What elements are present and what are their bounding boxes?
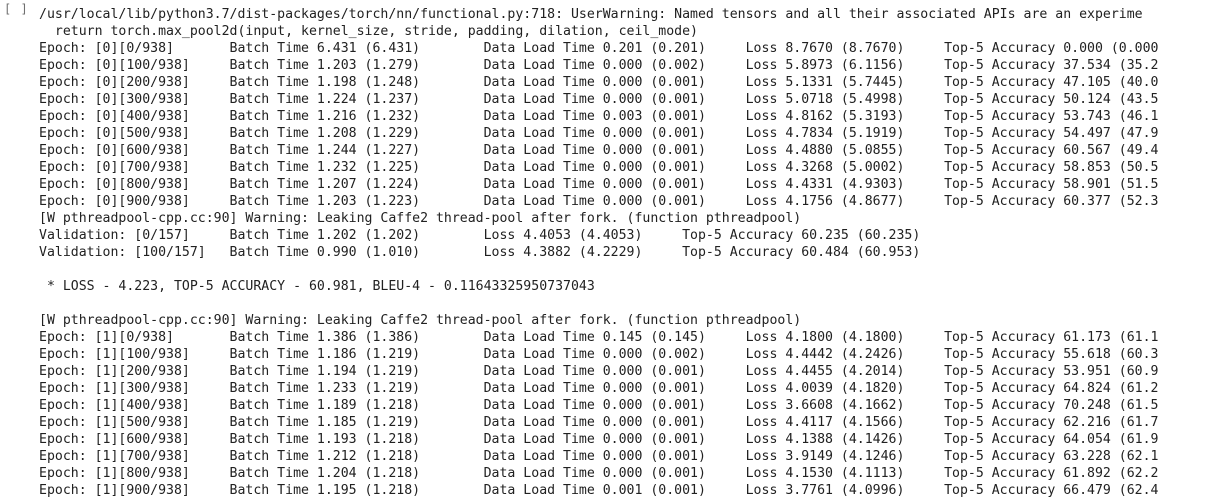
output-line: [W pthreadpool-cpp.cc:90] Warning: Leaki… xyxy=(39,211,802,226)
output-line: Epoch: [0][600/938] Batch Time 1.244 (1.… xyxy=(39,143,1159,158)
output-line: Validation: [0/157] Batch Time 1.202 (1.… xyxy=(39,228,921,243)
output-line: Epoch: [0][400/938] Batch Time 1.216 (1.… xyxy=(39,109,1159,124)
output-line: Epoch: [1][100/938] Batch Time 1.186 (1.… xyxy=(39,347,1159,362)
output-line: Epoch: [1][500/938] Batch Time 1.185 (1.… xyxy=(39,415,1159,430)
cell-output-text: /usr/local/lib/python3.7/dist-packages/t… xyxy=(39,6,1212,499)
output-line: /usr/local/lib/python3.7/dist-packages/t… xyxy=(39,7,1143,22)
output-line: Epoch: [0][200/938] Batch Time 1.198 (1.… xyxy=(39,75,1159,90)
output-line: Epoch: [0][800/938] Batch Time 1.207 (1.… xyxy=(39,177,1159,192)
output-line: Epoch: [1][900/938] Batch Time 1.195 (1.… xyxy=(39,483,1159,498)
output-line: return torch.max_pool2d(input, kernel_si… xyxy=(39,24,698,39)
output-line: Epoch: [1][200/938] Batch Time 1.194 (1.… xyxy=(39,364,1159,379)
output-line: Validation: [100/157] Batch Time 0.990 (… xyxy=(39,245,921,260)
cell-run-indicator[interactable]: [ ] xyxy=(4,1,29,18)
output-line: Epoch: [1][800/938] Batch Time 1.204 (1.… xyxy=(39,466,1159,481)
output-line: Epoch: [1][700/938] Batch Time 1.212 (1.… xyxy=(39,449,1159,464)
notebook-output-cell: [ ] /usr/local/lib/python3.7/dist-packag… xyxy=(0,0,1212,504)
output-line: Epoch: [0][0/938] Batch Time 6.431 (6.43… xyxy=(39,41,1159,56)
output-line: Epoch: [0][500/938] Batch Time 1.208 (1.… xyxy=(39,126,1159,141)
output-line: [W pthreadpool-cpp.cc:90] Warning: Leaki… xyxy=(39,313,802,328)
output-line: Epoch: [0][900/938] Batch Time 1.203 (1.… xyxy=(39,194,1159,209)
output-line: Epoch: [1][300/938] Batch Time 1.233 (1.… xyxy=(39,381,1159,396)
output-line: Epoch: [1][0/938] Batch Time 1.386 (1.38… xyxy=(39,330,1159,345)
output-line: Epoch: [0][300/938] Batch Time 1.224 (1.… xyxy=(39,92,1159,107)
output-line: Epoch: [1][600/938] Batch Time 1.193 (1.… xyxy=(39,432,1159,447)
output-line: Epoch: [0][700/938] Batch Time 1.232 (1.… xyxy=(39,160,1159,175)
output-line: Epoch: [1][400/938] Batch Time 1.189 (1.… xyxy=(39,398,1159,413)
output-line: Epoch: [0][100/938] Batch Time 1.203 (1.… xyxy=(39,58,1159,73)
output-line: * LOSS - 4.223, TOP-5 ACCURACY - 60.981,… xyxy=(39,279,595,294)
